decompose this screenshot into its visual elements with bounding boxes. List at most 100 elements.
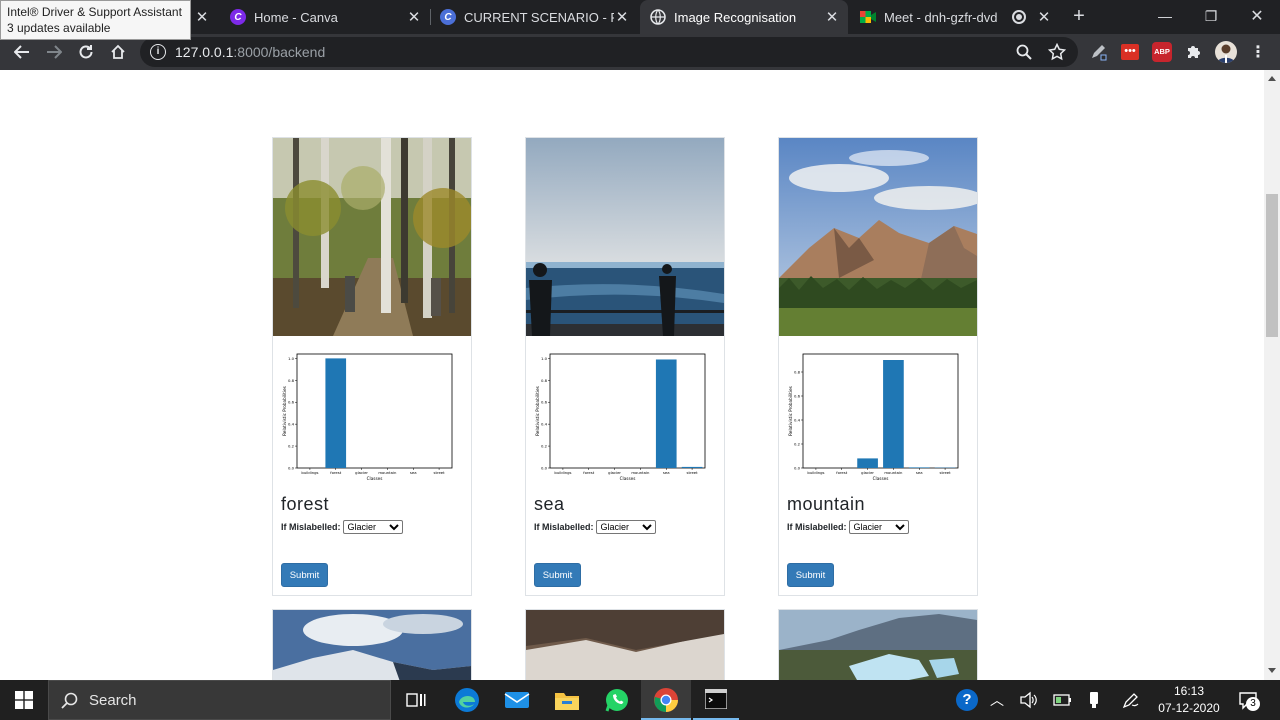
battery-icon[interactable] [1053,692,1073,713]
close-icon[interactable]: ✕ [194,8,210,26]
restore-button[interactable]: ❐ [1188,0,1234,32]
menu-icon[interactable]: ⋮ [1248,42,1268,62]
bar [655,359,677,468]
whatsapp-icon[interactable] [603,686,631,714]
adblock-plus-icon[interactable]: ABP [1152,42,1172,62]
task-view-icon[interactable] [402,686,430,714]
new-tab-button[interactable]: + [1068,5,1090,27]
edge-icon[interactable] [453,686,481,714]
x-tick-label: glacier [861,470,874,475]
bar [325,358,347,468]
notification-center-icon[interactable]: 3 [1238,690,1260,715]
y-tick-label: 1.0 [288,356,295,361]
scroll-up-icon[interactable] [1268,76,1276,81]
glacier-image [525,609,725,680]
y-tick-label: 0.4 [794,418,801,423]
minimize-button[interactable]: — [1142,0,1188,32]
x-tick-label: forest [836,470,847,475]
submit-button[interactable]: Submit [281,563,328,587]
y-tick-label: 0.8 [288,378,295,383]
pen-icon[interactable] [1122,691,1140,714]
y-tick-label: 0.2 [288,444,295,449]
x-tick-label: forest [330,470,341,475]
chrome-taskbar-button[interactable] [641,680,691,720]
submit-button[interactable]: Submit [534,563,581,587]
glacier-image [778,609,978,680]
tab-meet[interactable]: Meet - dnh-gzfr-dvd ✕ [850,0,1060,34]
x-axis-label: Classes [620,476,636,481]
file-explorer-icon[interactable] [553,686,581,714]
volume-icon[interactable] [1020,691,1038,714]
y-tick-label: 0.4 [288,422,295,427]
reload-button[interactable] [74,40,98,64]
back-button[interactable] [10,40,34,64]
close-icon[interactable]: ✕ [406,8,422,26]
bar [681,466,703,468]
close-icon[interactable]: ✕ [824,8,840,26]
page-scrollbar[interactable] [1264,70,1280,680]
mislabel-row: If Mislabelled: Glacier [281,520,403,534]
x-tick-label: sea [916,470,923,475]
close-icon[interactable]: ✕ [614,8,630,26]
plot-frame [802,353,959,469]
search-icon [61,692,78,709]
pen-extension-icon[interactable] [1088,42,1108,62]
scroll-down-icon[interactable] [1268,668,1276,673]
scrollbar-thumb[interactable] [1266,194,1278,337]
x-tick-label: street [940,470,952,475]
home-icon [111,44,125,59]
mislabel-select[interactable]: Glacier [342,520,403,534]
canva-icon: C [440,9,456,25]
prediction-card: 0.0 0.2 0.4 0.6 0.8 1.0 buildings forest glacier… [272,137,472,596]
home-button[interactable] [106,40,130,64]
x-tick-label: forest [583,470,594,475]
recording-icon [1012,10,1026,24]
canva-icon: C [230,9,246,25]
y-axis-label: Relativistic Probabilities [788,386,793,436]
info-icon[interactable]: i [150,44,166,60]
y-tick-label: 0.6 [288,400,295,405]
help-icon[interactable]: ? [956,689,978,711]
mislabel-select[interactable]: Glacier [595,520,656,534]
close-icon[interactable]: ✕ [1036,8,1052,26]
mislabel-select[interactable]: Glacier [848,520,909,534]
meet-icon [860,9,876,25]
y-tick-label: 0.0 [794,466,801,471]
predicted-label: forest [281,494,330,514]
probability-chart: 0.0 0.2 0.4 0.6 0.8 1.0 buildings forest glacier… [282,353,453,481]
taskbar-search-box[interactable]: Search [48,680,391,720]
probability-chart: 0.0 0.2 0.4 0.6 0.8 1.0 buildings forest glacier… [535,353,706,481]
avatar[interactable] [1215,41,1237,63]
tab-canva-home[interactable]: C Home - Canva ✕ [220,0,430,34]
zoom-icon[interactable] [1016,44,1032,65]
tab-current-scenario[interactable]: C CURRENT SCENARIO - Pres ✕ [430,0,638,34]
x-tick-label: mountain [884,470,903,475]
terminal-taskbar-button[interactable] [693,680,739,720]
forward-button[interactable] [42,40,66,64]
taskbar-clock[interactable]: 16:13 07-12-2020 [1150,683,1228,717]
chevron-up-icon[interactable]: ︿ [990,690,1004,710]
x-tick-label: buildings [554,470,571,475]
usb-device-icon[interactable] [1088,691,1100,714]
submit-button[interactable]: Submit [787,563,834,587]
star-icon[interactable] [1047,42,1067,66]
mail-icon[interactable] [503,686,531,714]
tab-image-recognisation[interactable]: Image Recognisation ✕ [640,0,848,34]
url-text[interactable]: 127.0.0.1:8000/backend [175,44,325,60]
bar [883,360,904,468]
y-tick-label: 0.0 [288,466,295,471]
x-tick-label: buildings [807,470,824,475]
red-extension-icon[interactable]: ••• [1120,42,1140,62]
x-tick-label: sea [663,470,670,475]
windows-start-icon[interactable] [10,686,38,714]
x-tick-label: sea [410,470,417,475]
windows-taskbar: Search ? ︿ 16:13 07-12-2020 3 [0,680,1280,720]
x-tick-label: mountain [378,470,397,475]
forest-image [273,138,471,336]
y-tick-label: 1.0 [541,356,548,361]
close-window-button[interactable]: ✕ [1234,0,1280,32]
x-axis-label: Classes [367,476,383,481]
puzzle-icon[interactable] [1184,42,1204,62]
address-bar[interactable]: i 127.0.0.1:8000/backend [140,37,1078,67]
y-axis-label: Relativistic Probabilities [282,386,287,436]
